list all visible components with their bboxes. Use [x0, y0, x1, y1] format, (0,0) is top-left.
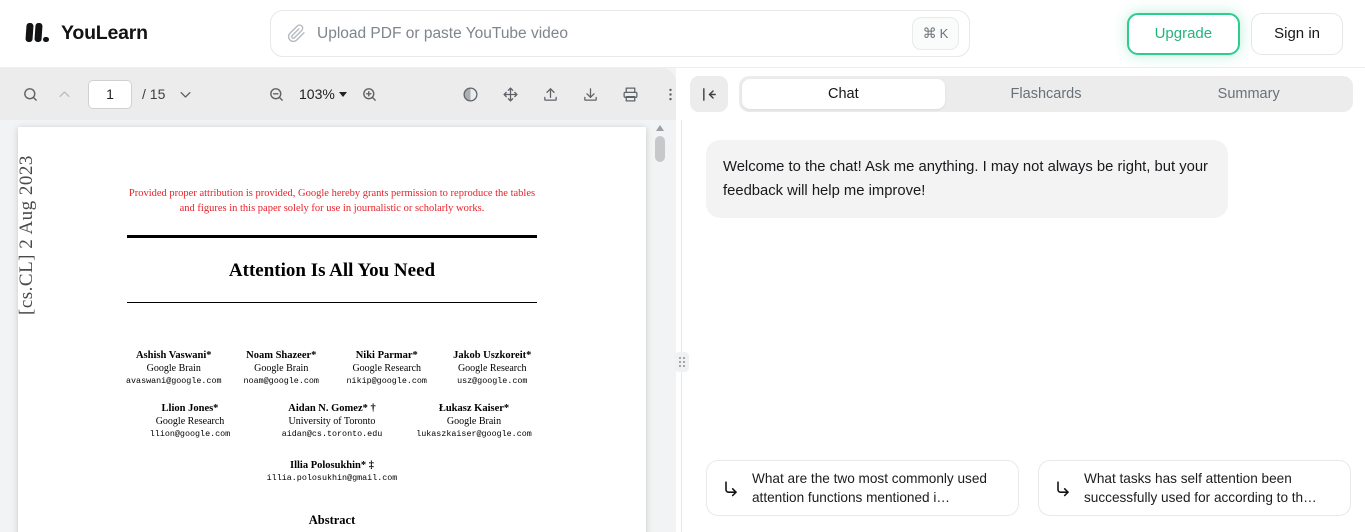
pdf-page-content: Provided proper attribution is provided,… [126, 187, 538, 528]
pdf-navigation-controls: / 15 [16, 79, 199, 109]
author-name: Illia Polosukhin* ‡ [289, 460, 375, 472]
author-entry: Łukasz Kaiser* Google Brain lukaszkaiser… [410, 402, 538, 441]
author-email: lukaszkaiser@google.com [416, 429, 532, 440]
grip-dots-icon [679, 357, 685, 367]
author-email: llion@google.com [149, 429, 231, 440]
author-name: Llion Jones* [161, 403, 219, 415]
suggestion-card-1[interactable]: What are the two most commonly used atte… [706, 460, 1019, 516]
sign-in-button[interactable]: Sign in [1251, 12, 1343, 55]
chevron-down-icon[interactable] [171, 80, 199, 108]
author-affiliation: Google Research [352, 363, 422, 375]
chat-header: Chat Flashcards Summary [690, 68, 1365, 120]
brand-name: YouLearn [61, 22, 148, 44]
suggestion-card-2[interactable]: What tasks has self attention been succe… [1038, 460, 1351, 516]
author-row: Llion Jones* Google Research llion@googl… [126, 402, 538, 441]
scroll-up-icon[interactable] [655, 123, 665, 133]
author-email: avaswani@google.com [126, 376, 222, 387]
chevron-up-icon[interactable] [50, 80, 78, 108]
author-entry: Illia Polosukhin* ‡ illia.polosukhin@gma… [227, 459, 437, 485]
zoom-level-label: 103% [299, 86, 335, 102]
command-key-glyph: ⌘ [922, 25, 937, 41]
k-key-glyph: K [939, 26, 949, 41]
upgrade-button[interactable]: Upgrade [1126, 12, 1241, 55]
author-entry: Llion Jones* Google Research llion@googl… [126, 402, 254, 441]
pdf-zoom-controls: 103% [262, 80, 384, 108]
chevron-down-icon [338, 91, 347, 97]
author-email: usz@google.com [457, 376, 528, 387]
arxiv-sidebar-label: [cs.CL] 2 Aug 2023 [16, 155, 37, 315]
more-vertical-icon[interactable] [656, 80, 684, 108]
suggested-questions: What are the two most commonly used atte… [706, 460, 1351, 516]
top-right-actions: Upgrade Sign in [1126, 12, 1343, 55]
author-affiliation: Google Research [457, 363, 527, 375]
pdf-tool-actions [456, 80, 684, 108]
pdf-toolbar: / 15 103% [0, 68, 676, 120]
suggestion-text: What are the two most commonly used atte… [752, 471, 987, 505]
download-icon[interactable] [576, 80, 604, 108]
top-navigation-bar: YouLearn ⌘ K Upgrade Sign in [0, 0, 1365, 68]
abstract-heading: Abstract [308, 513, 356, 528]
paperclip-icon [287, 24, 305, 43]
author-name: Łukasz Kaiser* [438, 403, 510, 415]
search-icon[interactable] [16, 80, 44, 108]
welcome-message-bubble: Welcome to the chat! Ask me anything. I … [706, 140, 1228, 218]
author-email: aidan@cs.toronto.edu [281, 429, 383, 440]
youlearn-logo-icon [24, 21, 52, 47]
title-rule-bottom [127, 302, 537, 304]
author-entry: Jakob Uszkoreit* Google Research usz@goo… [447, 349, 539, 388]
move-icon[interactable] [496, 80, 524, 108]
author-name: Aidan N. Gomez* † [288, 403, 376, 415]
print-icon[interactable] [616, 80, 644, 108]
tab-flashcards[interactable]: Flashcards [945, 79, 1148, 109]
author-email: noam@google.com [243, 376, 319, 387]
pdf-scroll-area[interactable]: [cs.CL] 2 Aug 2023 Provided proper attri… [0, 120, 676, 532]
suggestion-text: What tasks has self attention been succe… [1084, 471, 1317, 505]
pane-resize-handle[interactable] [675, 352, 689, 372]
chat-tab-group: Chat Flashcards Summary [739, 76, 1353, 112]
keyboard-shortcut-badge: ⌘ K [912, 17, 959, 50]
paper-title: Attention Is All You Need [228, 260, 436, 281]
pane-divider [681, 120, 682, 532]
author-name: Ashish Vaswani* [135, 350, 212, 362]
arrow-return-icon [1057, 481, 1069, 497]
brand-logo[interactable]: YouLearn [24, 21, 148, 47]
tab-chat[interactable]: Chat [742, 79, 945, 109]
page-number-input[interactable] [88, 79, 132, 109]
arrow-return-icon [725, 481, 737, 497]
author-row: Ashish Vaswani* Google Brain avaswani@go… [126, 349, 538, 388]
collapse-panel-icon[interactable] [690, 76, 728, 112]
author-affiliation: Google Brain [146, 363, 201, 375]
zoom-out-icon[interactable] [262, 80, 290, 108]
author-entry: Aidan N. Gomez* † University of Toronto … [268, 402, 396, 441]
pdf-scrollbar[interactable] [654, 120, 666, 532]
author-affiliation: Google Research [155, 416, 225, 428]
author-affiliation: Google Brain [254, 363, 309, 375]
author-name: Niki Parmar* [355, 350, 418, 362]
chat-pane: Chat Flashcards Summary Welcome to the c… [690, 68, 1365, 532]
upload-icon[interactable] [536, 80, 564, 108]
author-affiliation: University of Toronto [288, 416, 376, 428]
contrast-icon[interactable] [456, 80, 484, 108]
author-row: Illia Polosukhin* ‡ illia.polosukhin@gma… [126, 459, 538, 485]
author-entry: Niki Parmar* Google Research nikip@googl… [341, 349, 433, 388]
author-entry: Ashish Vaswani* Google Brain avaswani@go… [126, 349, 222, 388]
search-input[interactable] [317, 11, 912, 56]
author-entry: Noam Shazeer* Google Brain noam@google.c… [236, 349, 328, 388]
author-name: Jakob Uszkoreit* [453, 350, 532, 362]
tab-summary[interactable]: Summary [1147, 79, 1350, 109]
author-name: Noam Shazeer* [246, 350, 317, 362]
zoom-level-selector[interactable]: 103% [297, 86, 349, 102]
zoom-in-icon[interactable] [356, 80, 384, 108]
author-block: Ashish Vaswani* Google Brain avaswani@go… [126, 349, 538, 485]
pdf-viewer-pane: / 15 103% [0, 68, 676, 532]
title-rule-top [127, 235, 537, 238]
page-total-label: / 15 [142, 86, 166, 102]
author-affiliation: Google Brain [446, 416, 502, 428]
scrollbar-thumb[interactable] [655, 136, 665, 162]
pdf-page-1: [cs.CL] 2 Aug 2023 Provided proper attri… [16, 127, 646, 532]
author-email: illia.polosukhin@gmail.com [266, 473, 398, 484]
upload-search-bar[interactable]: ⌘ K [270, 10, 970, 57]
author-email: nikip@google.com [346, 376, 427, 387]
permission-notice: Provided proper attribution is provided,… [128, 188, 536, 214]
